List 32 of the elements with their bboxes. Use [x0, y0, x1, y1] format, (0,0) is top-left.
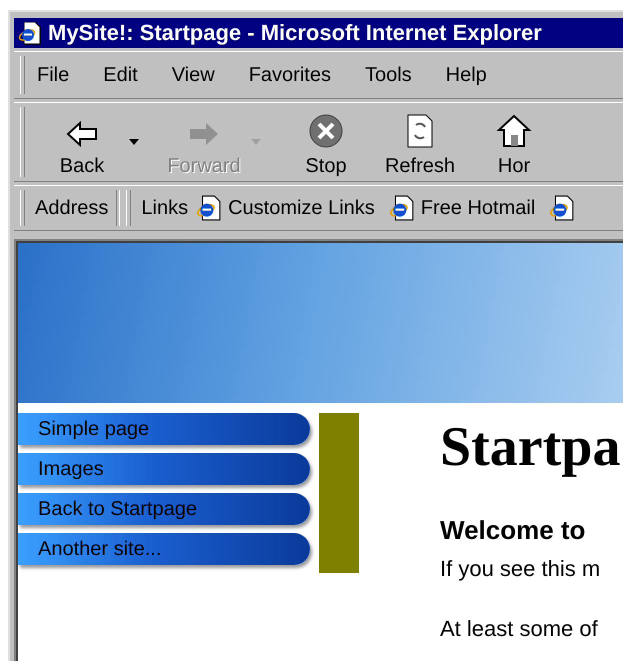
paragraph: If you see this m — [440, 556, 602, 582]
nav-link[interactable]: Simple page — [18, 413, 310, 445]
ie-logo-icon — [18, 21, 42, 45]
page-heading: Startpa — [440, 415, 620, 479]
refresh-icon — [405, 113, 435, 149]
ie-link-icon — [549, 195, 576, 221]
home-icon — [496, 113, 532, 149]
window-title: MySite!: Startpage - Microsoft Internet Explorer — [48, 20, 542, 46]
link-item[interactable]: Customize Links — [196, 195, 375, 221]
stop-icon — [308, 113, 344, 149]
page-subheading: Welcome to — [440, 515, 586, 546]
link-item[interactable]: Free Hotmail — [388, 195, 536, 221]
menu-item[interactable]: Help — [444, 64, 489, 86]
nav-link[interactable]: Images — [18, 453, 310, 485]
menu-item[interactable]: File — [35, 64, 72, 86]
toolbar-button[interactable]: Back — [35, 106, 129, 178]
links-label: Links — [141, 196, 188, 220]
caret-icon[interactable] — [129, 139, 139, 145]
ie-icon — [388, 195, 415, 221]
toolbar-button[interactable]: Refresh — [373, 106, 467, 178]
menu-item[interactable]: Edit — [101, 64, 140, 86]
address-label: Address — [35, 196, 108, 220]
menu-item[interactable]: View — [170, 64, 217, 86]
back-arrow-icon — [64, 119, 100, 149]
ie-icon — [196, 195, 222, 221]
toolbar-button[interactable]: Stop — [279, 106, 373, 178]
paragraph: At least some of — [440, 616, 599, 642]
toolbar-button[interactable]: Hor — [467, 106, 561, 178]
menu-item[interactable]: Tools — [362, 64, 414, 86]
menu-item[interactable]: Favorites — [246, 64, 333, 86]
nav-link[interactable]: Another site... — [18, 533, 310, 565]
nav-link[interactable]: Back to Startpage — [18, 493, 310, 525]
